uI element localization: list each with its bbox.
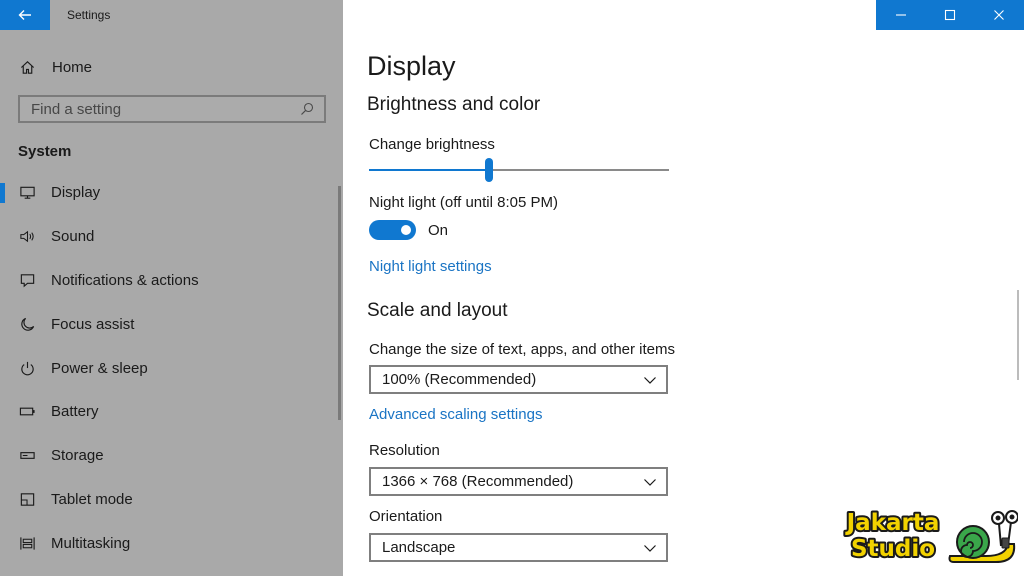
section-heading-brightness: Brightness and color [367, 94, 541, 115]
settings-sidebar: Settings Home System Display Sound [0, 0, 343, 576]
sidebar-item-label: Focus assist [51, 315, 135, 333]
orientation-label: Orientation [369, 508, 443, 525]
chevron-down-icon [644, 544, 656, 552]
app-title: Settings [67, 8, 111, 22]
section-heading-scale: Scale and layout [367, 300, 508, 321]
scale-label: Change the size of text, apps, and other… [369, 341, 676, 358]
sidebar-item-battery[interactable]: Battery [0, 390, 343, 434]
night-light-toggle[interactable] [369, 220, 416, 240]
orientation-dropdown[interactable]: Landscape [369, 533, 668, 562]
sidebar-item-label: Tablet mode [51, 490, 133, 508]
sidebar-scrollbar[interactable] [338, 186, 341, 420]
close-icon [994, 10, 1005, 20]
back-button[interactable] [0, 0, 50, 30]
slider-thumb[interactable] [485, 158, 493, 182]
snail-mascot-icon [948, 510, 1018, 563]
toggle-knob [401, 225, 411, 235]
battery-icon [18, 403, 36, 421]
minimize-button[interactable] [876, 0, 925, 30]
resolution-value: 1366 × 768 (Recommended) [382, 473, 574, 490]
minimize-icon [895, 14, 906, 16]
chevron-down-icon [644, 478, 656, 486]
window-controls [876, 0, 1024, 30]
sidebar-item-display[interactable]: Display [0, 171, 343, 215]
moon-icon [18, 315, 36, 333]
arrow-left-icon [18, 10, 31, 20]
sidebar-item-multitasking[interactable]: Multitasking [0, 521, 343, 565]
notifications-icon [18, 271, 36, 289]
maximize-icon [944, 9, 956, 21]
resolution-dropdown[interactable]: 1366 × 768 (Recommended) [369, 467, 668, 496]
logo-text-line1: Jakarta [845, 510, 940, 536]
chevron-down-icon [644, 376, 656, 384]
search-input[interactable] [31, 100, 300, 118]
search-box[interactable] [18, 95, 326, 123]
content-scrollbar[interactable] [1017, 290, 1019, 380]
jakarta-studio-logo: Jakarta Studio [843, 508, 1018, 564]
close-button[interactable] [975, 0, 1024, 30]
sidebar-item-storage[interactable]: Storage [0, 434, 343, 478]
power-icon [18, 359, 36, 377]
sidebar-item-label: Power & sleep [51, 359, 148, 377]
night-light-toggle-row: On [369, 220, 448, 240]
sidebar-item-focus-assist[interactable]: Focus assist [0, 302, 343, 346]
sidebar-item-label: Storage [51, 447, 104, 465]
sidebar-item-label: Multitasking [51, 534, 131, 552]
night-light-settings-link[interactable]: Night light settings [369, 258, 492, 275]
slider-fill [369, 169, 489, 171]
brightness-label: Change brightness [369, 136, 495, 153]
storage-icon [18, 447, 36, 465]
scale-value: 100% (Recommended) [382, 371, 537, 388]
sidebar-item-tablet-mode[interactable]: Tablet mode [0, 478, 343, 522]
sidebar-item-home[interactable]: Home [18, 56, 92, 78]
resolution-label: Resolution [369, 442, 440, 459]
display-icon [18, 184, 36, 202]
toggle-state-label: On [428, 221, 449, 239]
section-label-system: System [18, 143, 72, 160]
sidebar-nav: Display Sound Notifications & actions Fo… [0, 171, 343, 565]
night-light-label: Night light (off until 8:05 PM) [369, 194, 558, 211]
advanced-scaling-link[interactable]: Advanced scaling settings [369, 406, 542, 423]
maximize-button[interactable] [925, 0, 974, 30]
scale-dropdown[interactable]: 100% (Recommended) [369, 365, 668, 394]
sidebar-item-label: Sound [51, 228, 95, 246]
sidebar-item-power-sleep[interactable]: Power & sleep [0, 346, 343, 390]
sidebar-item-label: Battery [51, 403, 99, 421]
speaker-icon [18, 228, 36, 246]
multitasking-icon [18, 534, 36, 552]
logo-text-line2: Studio [851, 536, 935, 562]
page-title: Display [367, 51, 456, 81]
tablet-icon [18, 490, 36, 508]
sidebar-item-label: Notifications & actions [51, 271, 199, 289]
brightness-slider[interactable] [369, 158, 669, 182]
display-settings-page: Display Brightness and color Change brig… [343, 0, 1024, 576]
orientation-value: Landscape [382, 539, 456, 556]
home-label: Home [52, 58, 93, 76]
search-icon[interactable] [300, 102, 314, 116]
sidebar-item-label: Display [51, 184, 101, 202]
sidebar-item-notifications[interactable]: Notifications & actions [0, 259, 343, 303]
home-icon [18, 58, 36, 76]
sidebar-item-sound[interactable]: Sound [0, 215, 343, 259]
